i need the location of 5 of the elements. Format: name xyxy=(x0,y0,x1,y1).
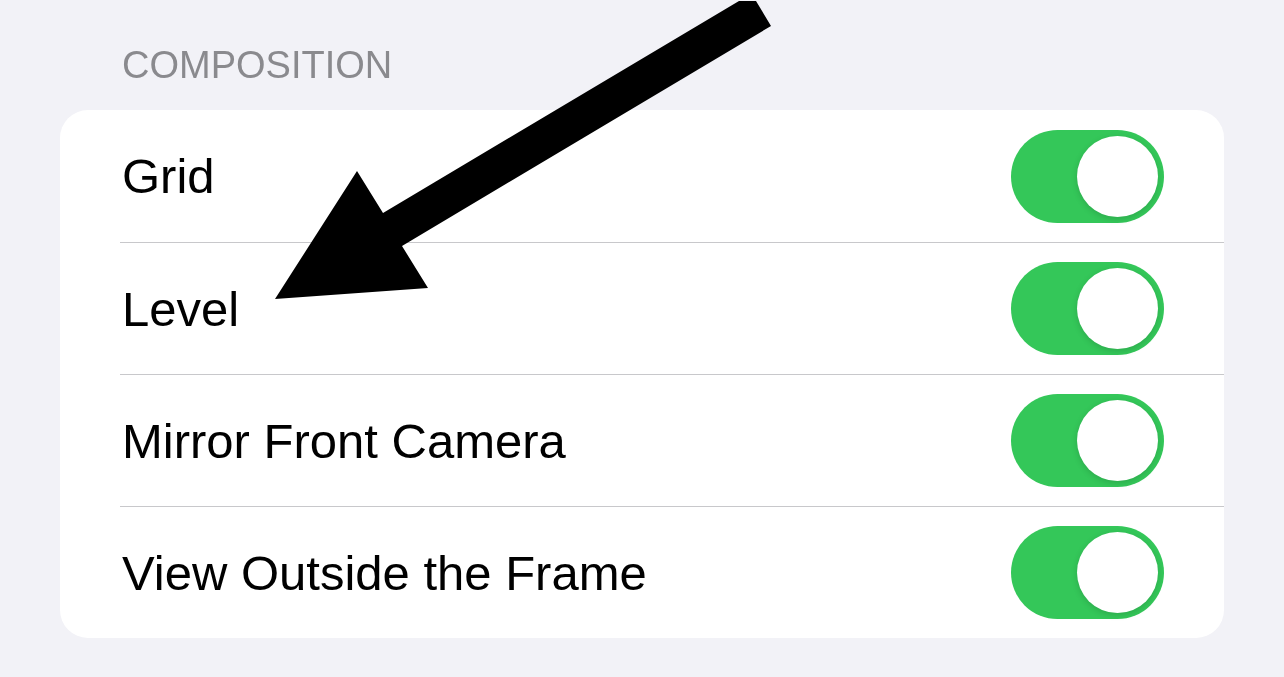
setting-label: Level xyxy=(122,280,240,337)
section-header: COMPOSITION xyxy=(122,43,393,88)
setting-label: Grid xyxy=(122,148,215,204)
setting-label: Mirror Front Camera xyxy=(122,412,566,469)
setting-label: View Outside the Frame xyxy=(122,544,647,601)
